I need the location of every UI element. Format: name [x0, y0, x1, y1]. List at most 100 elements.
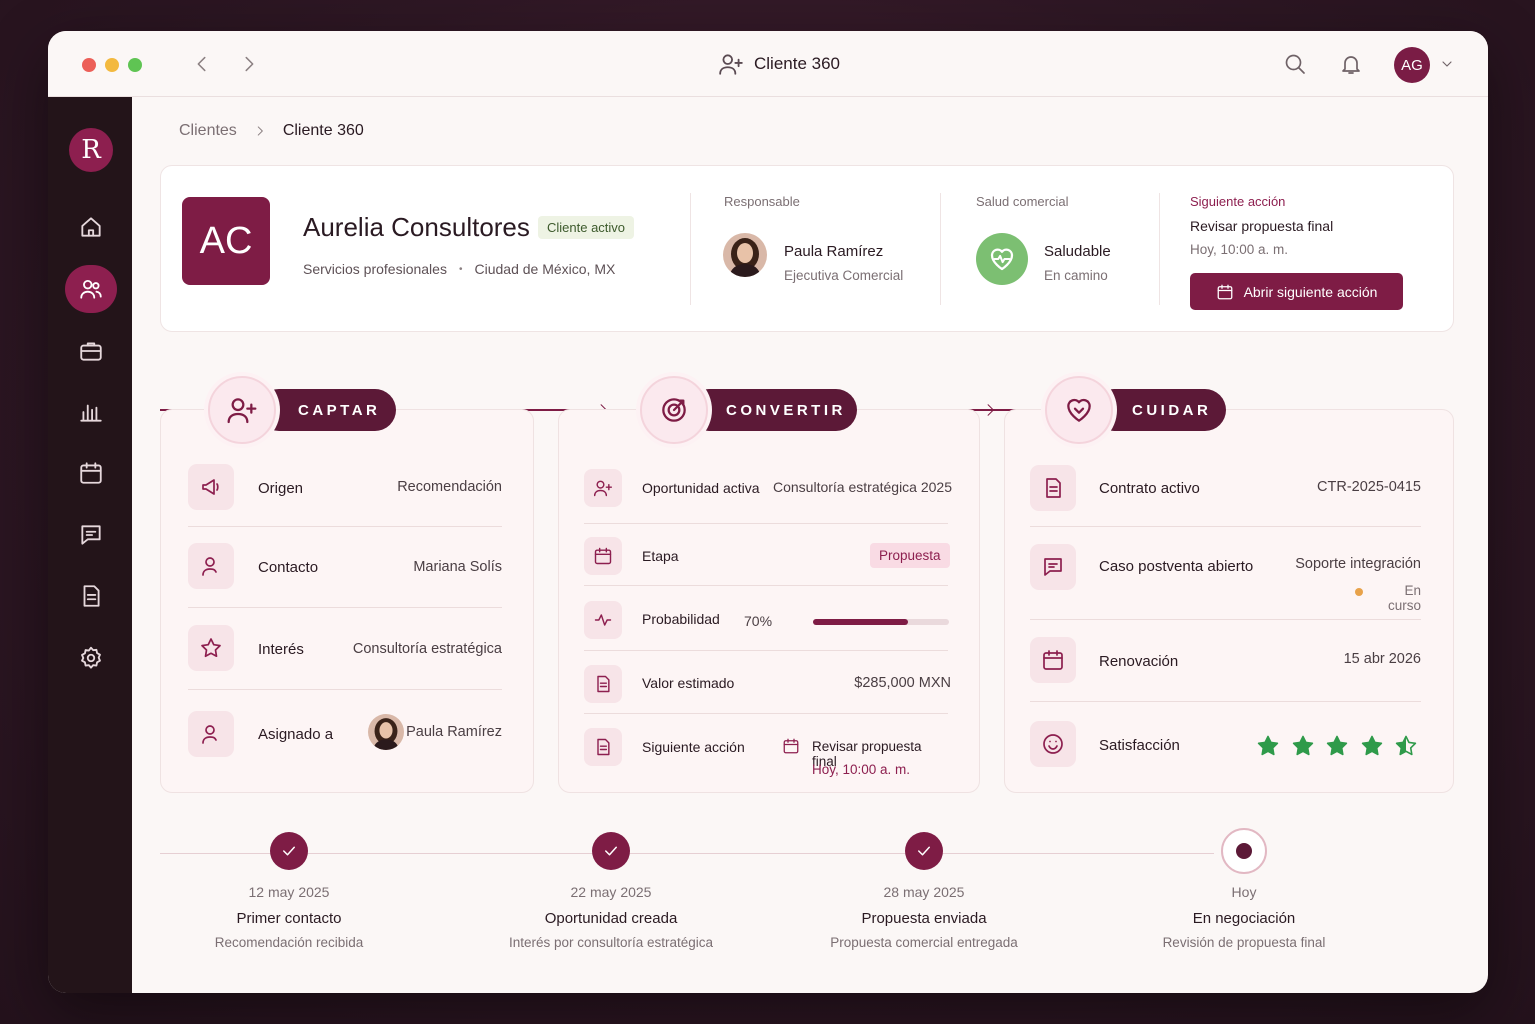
timeline-node-done[interactable] — [592, 832, 630, 870]
convertir-row-label: Probabilidad — [642, 611, 720, 627]
window-title-text: Cliente 360 — [754, 54, 841, 73]
timeline-title: Primer contacto — [236, 910, 342, 927]
status-dot — [1355, 588, 1363, 596]
health-label: Salud comercial — [976, 194, 1069, 209]
convertir-row-label: Etapa — [642, 548, 679, 564]
star-icon — [188, 625, 234, 671]
chat-icon — [1030, 544, 1076, 590]
breadcrumb-current: Cliente 360 — [282, 122, 364, 139]
row-separator — [188, 689, 502, 690]
client-location: Ciudad de México, MX — [474, 261, 616, 277]
title-bar: Cliente 360 AG — [48, 31, 1488, 97]
assignee-avatar[interactable] — [368, 714, 404, 750]
timeline-node-done[interactable] — [905, 832, 943, 870]
owner-name: Paula Ramírez — [784, 243, 884, 260]
captar-row-value: Consultoría estratégica — [352, 641, 502, 657]
sidebar-item-deals[interactable] — [65, 327, 117, 375]
user-plus-icon — [584, 469, 622, 507]
star-half-icon — [1394, 734, 1418, 758]
breadcrumb-clients-link[interactable]: Clientes — [179, 122, 237, 140]
timeline-subtitle: Revisión de propuesta final — [1162, 935, 1326, 950]
cuidar-row-label: Contrato activo — [1099, 480, 1200, 497]
minimize-window-button[interactable] — [105, 58, 119, 72]
timeline-subtitle: Recomendación recibida — [214, 935, 364, 950]
user-icon — [188, 711, 234, 757]
chat-icon — [78, 522, 104, 548]
open-next-action-button[interactable]: Abrir siguiente acción — [1190, 273, 1403, 310]
captar-stage-title: CAPTAR — [258, 389, 396, 431]
row-separator — [1030, 701, 1421, 702]
sidebar-item-messages[interactable] — [65, 511, 117, 559]
forward-arrow-icon[interactable] — [238, 53, 260, 75]
document-icon — [1030, 465, 1076, 511]
timeline-node-done[interactable] — [270, 832, 308, 870]
user-icon — [188, 543, 234, 589]
sidebar-item-documents[interactable] — [65, 572, 117, 620]
timeline-subtitle: Interés por consultoría estratégica — [508, 935, 714, 950]
convertir-row-label: Siguiente acción — [642, 739, 745, 755]
timeline-date: 28 may 2025 — [883, 884, 965, 900]
sidebar-item-reports[interactable] — [65, 388, 117, 436]
check-icon — [602, 842, 620, 860]
probability-value: 70% — [744, 613, 773, 629]
owner-avatar[interactable] — [723, 233, 767, 277]
row-separator — [1030, 526, 1421, 527]
brand-logo[interactable]: R — [69, 128, 113, 172]
document-icon — [584, 728, 622, 766]
owner-label: Responsable — [724, 194, 800, 209]
chart-icon — [78, 399, 104, 425]
home-icon — [78, 214, 104, 240]
captar-row-label: Contacto — [258, 559, 319, 576]
star-full-icon — [1291, 734, 1315, 758]
health-sub: En camino — [1044, 268, 1108, 283]
calendar-icon — [1030, 637, 1076, 683]
user-plus-icon — [718, 51, 744, 77]
convertir-stage-title: CONVERTIR — [688, 389, 857, 431]
timeline-date: 22 may 2025 — [570, 884, 652, 900]
divider — [1159, 193, 1160, 305]
timeline-title: En negociación — [1192, 910, 1296, 927]
health-status: Saludable — [1044, 243, 1111, 260]
bell-icon[interactable] — [1339, 52, 1363, 76]
sidebar: R — [48, 97, 132, 993]
convertir-row-value: $285,000 MXN — [854, 675, 951, 691]
star-full-icon — [1256, 734, 1280, 758]
row-separator — [1030, 619, 1421, 620]
convertir-row-label: Oportunidad activa — [642, 480, 760, 496]
sidebar-item-home[interactable] — [65, 203, 117, 251]
timeline-title: Oportunidad creada — [544, 910, 678, 927]
client-name: Aurelia Consultores — [303, 212, 530, 242]
probability-bar-fill — [813, 619, 909, 625]
client-meta: Servicios profesionales • Ciudad de Méxi… — [303, 261, 615, 277]
back-arrow-icon[interactable] — [191, 53, 213, 75]
users-icon — [78, 276, 104, 302]
close-window-button[interactable] — [82, 58, 96, 72]
client-header-card: AC Aurelia Consultores Cliente activo Se… — [160, 165, 1454, 332]
timeline-node-current[interactable] — [1221, 828, 1267, 874]
divider — [690, 193, 691, 305]
search-icon[interactable] — [1283, 52, 1307, 76]
check-icon — [915, 842, 933, 860]
window-title: Cliente 360 — [718, 51, 840, 77]
sidebar-item-settings[interactable] — [65, 634, 117, 682]
probability-bar — [813, 619, 949, 625]
sidebar-item-calendar[interactable] — [65, 449, 117, 497]
captar-row-label: Interés — [258, 641, 304, 658]
meta-separator: • — [458, 263, 463, 275]
captar-row-value: Paula Ramírez — [406, 724, 502, 740]
cuidar-row-label: Caso postventa abierto — [1099, 558, 1254, 575]
user-avatar[interactable]: AG — [1394, 47, 1430, 83]
sidebar-item-clients[interactable] — [65, 265, 117, 313]
briefcase-icon — [78, 338, 104, 364]
calendar-icon — [1216, 283, 1234, 301]
row-separator — [584, 713, 948, 714]
timeline-date: Hoy — [1231, 884, 1257, 900]
timeline-date: 12 may 2025 — [248, 884, 330, 900]
row-separator — [584, 523, 948, 524]
settings-icon — [78, 645, 104, 671]
document-icon — [584, 665, 622, 703]
chevron-down-icon[interactable] — [1439, 56, 1455, 72]
app-window: Cliente 360 AG R Clientes Cliente 360 AC… — [48, 31, 1488, 993]
cuidar-row-label: Satisfacción — [1099, 737, 1180, 754]
maximize-window-button[interactable] — [128, 58, 142, 72]
